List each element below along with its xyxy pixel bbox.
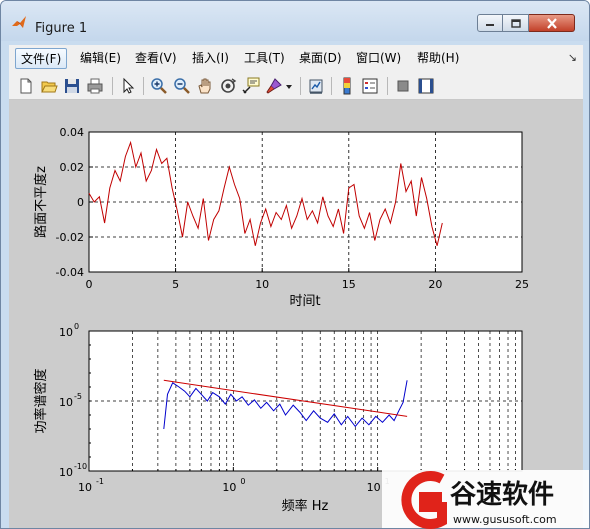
y-tick-label-exponent: 0 — [74, 322, 79, 331]
y-tick-label: -0.04 — [56, 266, 84, 279]
axes-2-ylabel: 功率谱密度 — [33, 368, 49, 433]
x-tick-label: 15 — [342, 278, 356, 291]
y-tick-label: 10 — [59, 466, 73, 479]
y-tick-label: 10 — [59, 326, 73, 339]
x-tick-label: 10 — [78, 481, 92, 494]
x-tick-label: 10 — [367, 481, 381, 494]
axes-1-ylabel: 路面不平度z — [33, 166, 49, 238]
y-tick-label-exponent: -5 — [74, 392, 82, 401]
y-tick-label: 0.04 — [60, 126, 85, 139]
x-tick-label: 0 — [86, 278, 93, 291]
axes-2-xlabel: 频率 Hz — [282, 498, 329, 514]
x-tick-label: 25 — [515, 278, 529, 291]
y-tick-label: 0.02 — [60, 161, 85, 174]
figure-plots: 0 5 10 15 20 25 -0.04 -0.02 0 0.02 0.04 时间t 路面不平度z… — [33, 126, 589, 529]
axes-1-xlabel: 时间t — [289, 294, 320, 309]
x-tick-label: 10 — [222, 481, 236, 494]
y-tick-label-exponent: -10 — [74, 462, 87, 471]
watermark-url: www.gususoft.com — [453, 513, 557, 526]
x-tick-label-exponent: -1 — [96, 477, 104, 486]
x-tick-label-exponent: 0 — [240, 477, 245, 486]
y-tick-label: 10 — [59, 396, 73, 409]
x-tick-label: 10 — [255, 278, 269, 291]
y-tick-label: -0.02 — [56, 231, 84, 244]
x-tick-label: 20 — [428, 278, 442, 291]
y-tick-label: 0 — [77, 196, 84, 209]
watermark: 谷速软件 www.gususoft.com — [382, 470, 589, 529]
x-tick-label: 5 — [172, 278, 179, 291]
axes-road-roughness[interactable]: 0 5 10 15 20 25 -0.04 -0.02 0 0.02 0.04 时间t 路面不平度z — [33, 126, 529, 309]
watermark-brand: 谷速软件 — [450, 480, 554, 510]
